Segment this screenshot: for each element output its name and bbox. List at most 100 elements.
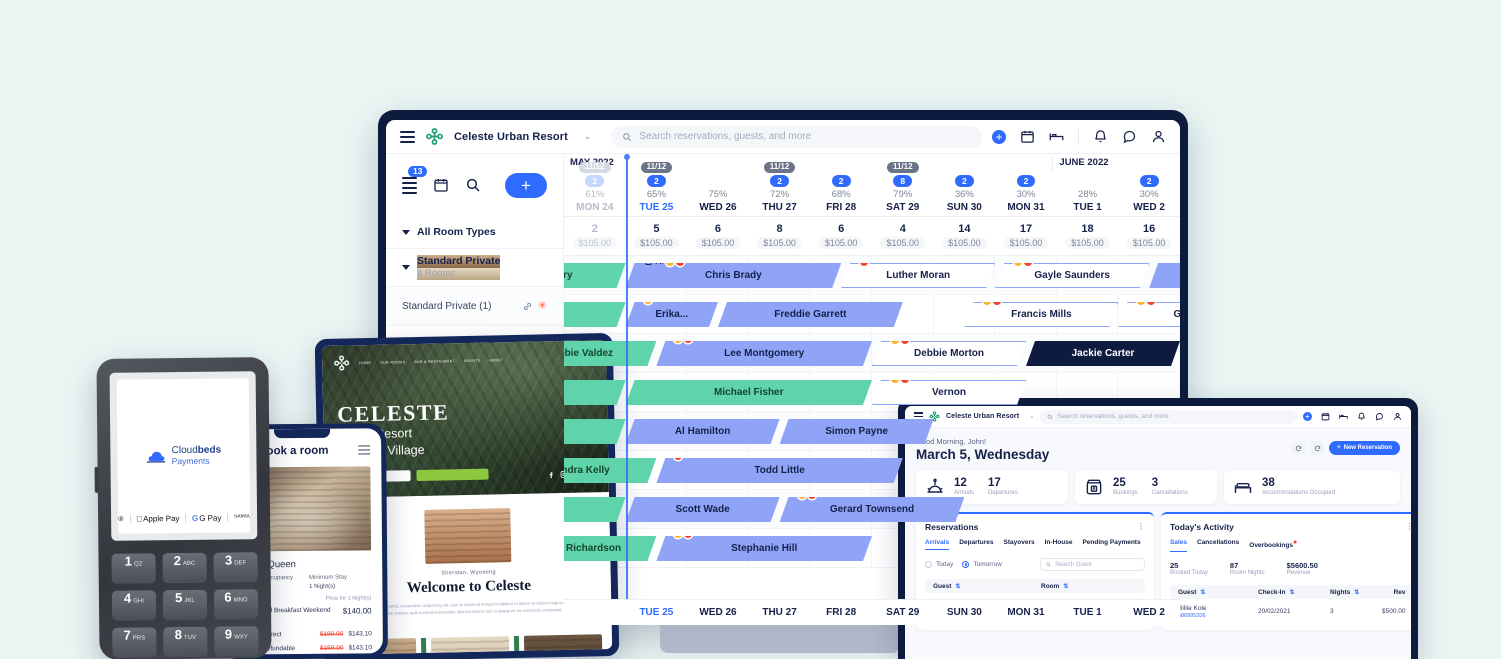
gallery-thumb[interactable] xyxy=(523,634,604,655)
day-column[interactable]: 2 30% MON 31 xyxy=(995,171,1057,216)
reservation-bar[interactable]: Edwin Griffith xyxy=(1149,263,1180,288)
reservation-bar[interactable]: Gayle Saunders xyxy=(995,263,1149,288)
rate-cell[interactable]: 14 $105.00 xyxy=(934,217,996,255)
reservation-bar[interactable]: Lee Montgomery xyxy=(656,341,872,366)
bottom-day-label[interactable]: WED 2 xyxy=(1118,607,1180,618)
room-row[interactable]: Standard Private (1) ✳ xyxy=(386,287,563,326)
tab-pending-payments[interactable]: Pending Payments xyxy=(1082,539,1140,550)
terminal-side-button[interactable] xyxy=(94,466,99,493)
bottom-day-label[interactable]: WED 26 xyxy=(687,607,749,618)
more-options-icon[interactable]: ⋮ xyxy=(1406,523,1412,531)
keypad-key-2[interactable]: 2 ABC xyxy=(162,552,207,584)
chat-icon[interactable] xyxy=(1122,129,1137,144)
sort-icon[interactable]: ⇅ xyxy=(1063,583,1068,590)
reservation-bar[interactable]: Stephanie Hill xyxy=(656,536,872,561)
reservation-bar[interactable]: Michael Fisher xyxy=(626,380,872,405)
keypad-key-9[interactable]: 9 WXY xyxy=(214,626,259,657)
reservation-bar[interactable]: аila Henry xyxy=(564,263,626,288)
bottom-day-label[interactable]: FRI 28 xyxy=(810,607,872,618)
reservation-bar[interactable]: Freddie Garrett xyxy=(718,302,903,327)
reservation-bar[interactable]: Debbie Morton xyxy=(872,341,1026,366)
add-reservation-button[interactable]: + xyxy=(505,172,547,198)
reservation-bar[interactable]: Simon Payne xyxy=(780,419,934,444)
search-icon[interactable] xyxy=(465,177,481,193)
tab-overbookings[interactable]: Overbookings● xyxy=(1249,539,1297,552)
reservation-bar[interactable]: Francis Mills xyxy=(964,302,1118,327)
search-input[interactable]: Search reservations, guests, and more xyxy=(611,125,982,148)
sort-icon[interactable]: ⇅ xyxy=(1200,589,1205,596)
hamburger-menu-icon[interactable] xyxy=(400,130,415,143)
chevron-down-icon[interactable]: ⌄ xyxy=(584,131,592,142)
tab-in-house[interactable]: In-House xyxy=(1045,539,1073,550)
guest-search-input[interactable]: Search Guest xyxy=(1040,558,1145,571)
day-column[interactable]: 11/12 2 65% TUE 25 xyxy=(626,161,688,216)
rate-cell[interactable]: 8 $105.00 xyxy=(749,217,811,255)
bottom-day-label[interactable]: THU 27 xyxy=(749,607,811,618)
tab-cancellations[interactable]: Cancellations xyxy=(1197,539,1239,552)
bottom-day-label[interactable]: SAT 29 xyxy=(872,607,934,618)
reservation-bar[interactable]: Sandra Kelly xyxy=(564,458,656,483)
bell-icon[interactable] xyxy=(1357,412,1366,421)
refresh-button[interactable] xyxy=(1291,441,1306,455)
reservation-bar[interactable]: Debbie Valdez xyxy=(564,341,656,366)
tab-sales[interactable]: Sales xyxy=(1170,539,1187,553)
search-input[interactable]: Search reservations, guests, and more xyxy=(1040,409,1297,424)
sort-icon[interactable]: ⇅ xyxy=(1354,589,1359,596)
keypad-key-5[interactable]: 5 JKL xyxy=(162,589,208,621)
keypad-key-4[interactable]: 4 GHI xyxy=(111,590,157,621)
day-column[interactable]: 11/12 8 79% SAT 29 xyxy=(872,161,934,216)
rate-cell[interactable]: 6 $105.00 xyxy=(687,217,749,255)
bottom-day-label[interactable]: SUN 30 xyxy=(934,607,996,618)
nav-item-our-rooms[interactable]: OUR ROOMS xyxy=(380,360,405,365)
reservation-bar[interactable] xyxy=(564,419,626,444)
new-reservation-button[interactable]: + New Reservation xyxy=(1329,441,1400,455)
room-type-filter[interactable]: All Room Types xyxy=(386,216,563,248)
keypad-key-7[interactable]: 7 PRS xyxy=(112,627,157,658)
reservation-bar[interactable]: Todd Little xyxy=(656,458,902,483)
tab-stayovers[interactable]: Stayovers xyxy=(1004,539,1035,550)
radio-tomorrow[interactable]: Tomorrow xyxy=(962,561,1002,568)
day-column[interactable]: 2 68% FRI 28 xyxy=(810,171,872,216)
plus-circle-icon[interactable]: + xyxy=(1303,412,1312,421)
reservation-bar[interactable] xyxy=(564,302,626,327)
day-column[interactable]: 11/12 2 72% THU 27 xyxy=(749,161,811,216)
reservation-bar[interactable]: Al Hamilton xyxy=(626,419,780,444)
bottom-day-label[interactable]: TUE 1 xyxy=(1057,607,1119,618)
guest-id[interactable]: 586995206 xyxy=(1178,613,1258,620)
keypad-key-6[interactable]: 6 MNO xyxy=(213,589,259,620)
calendar-icon[interactable] xyxy=(1020,129,1035,144)
sort-icon[interactable]: ⇅ xyxy=(955,583,960,590)
hamburger-menu-icon[interactable] xyxy=(358,445,371,455)
facebook-icon[interactable] xyxy=(546,470,555,479)
bed-icon[interactable] xyxy=(1049,129,1064,144)
bed-icon[interactable] xyxy=(1339,412,1348,421)
rate-cell[interactable]: 4 $105.00 xyxy=(872,217,934,255)
reservation-bar[interactable]: Carol Richardson xyxy=(564,536,656,561)
reservation-bar[interactable]: Luther Moran xyxy=(841,263,995,288)
user-icon[interactable] xyxy=(1393,412,1402,421)
nav-item-events[interactable]: EVENTS xyxy=(464,358,480,362)
rate-cell[interactable]: 5 $105.00 xyxy=(626,217,688,255)
rate-cell[interactable]: 17 $105.00 xyxy=(995,217,1057,255)
day-column[interactable]: 2 30% WED 2 xyxy=(1118,171,1180,216)
reservation-bar[interactable]: Jackie Carter xyxy=(1026,341,1180,366)
nav-item-bar-restaurant[interactable]: BAR & RESTAURANT xyxy=(414,359,455,364)
bottom-day-label[interactable]: MON 31 xyxy=(995,607,1057,618)
table-row[interactable]: Billie Kole 586995206 20/02/2021 3 $500.… xyxy=(1170,602,1411,622)
nav-item-home[interactable]: HOME xyxy=(359,360,371,364)
rate-cell[interactable]: 18 $105.00 xyxy=(1057,217,1119,255)
reservation-bar[interactable]: Vernon xyxy=(872,380,1026,405)
radio-today[interactable]: Today xyxy=(925,561,953,568)
keypad-key-1[interactable]: 1 QZ xyxy=(111,553,156,584)
reservation-bar[interactable] xyxy=(564,380,626,405)
reservation-bar[interactable] xyxy=(564,497,626,522)
explore-button[interactable] xyxy=(416,468,489,482)
reservation-bar[interactable]: Chris Brady xyxy=(626,263,842,288)
sync-button[interactable] xyxy=(1310,441,1325,455)
reservation-bar[interactable]: Gerard Townsend xyxy=(780,497,965,522)
reservation-bar[interactable]: Gladys Sullivan xyxy=(1118,302,1180,327)
day-column[interactable]: 11/12 2 61% MON 24 xyxy=(564,161,626,216)
chevron-down-icon[interactable]: ⌄ xyxy=(1029,413,1034,420)
calendar-icon[interactable] xyxy=(433,177,449,193)
nav-item-about[interactable]: ABOUT xyxy=(489,358,503,362)
